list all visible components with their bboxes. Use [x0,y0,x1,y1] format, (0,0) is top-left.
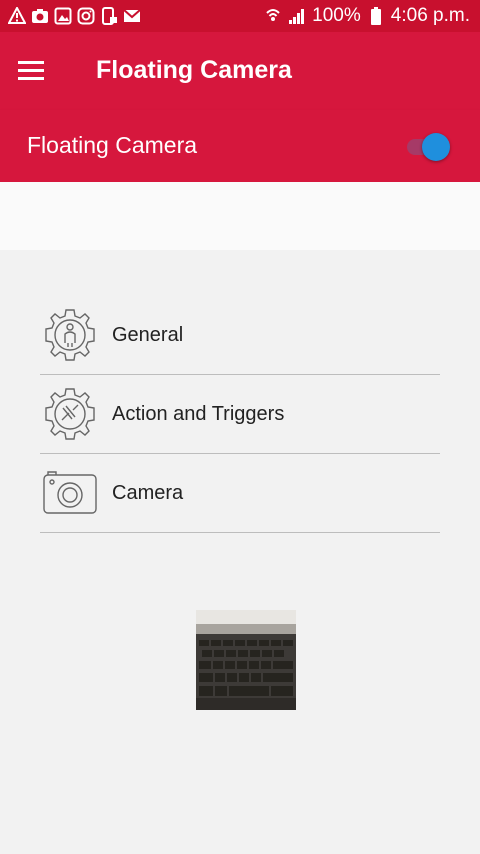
general-gear-icon [42,307,98,363]
battery-icon [367,7,385,25]
wifi-calling-icon [264,7,282,25]
action-gear-icon [42,386,98,442]
app-title: Floating Camera [96,56,292,84]
system-status: 100% 4:06 p.m. [264,5,480,27]
menu-item-label: Action and Triggers [112,402,285,425]
switch-thumb [422,133,450,161]
gallery-icon [54,7,72,25]
floating-camera-toggle-row: Floating Camera [0,110,480,182]
phone-lock-icon [100,7,118,25]
menu-item-camera[interactable]: Camera [40,454,440,533]
hamburger-menu-icon[interactable] [18,59,46,83]
menu-item-label: General [112,323,184,346]
notification-icons [0,7,141,25]
app-bar: Floating Camera [0,32,480,110]
menu-item-general[interactable]: General [40,296,440,375]
blank-strip [0,182,480,250]
warning-icon [8,7,26,25]
menu-item-action-and-triggers[interactable]: Action and Triggers [40,375,440,454]
toggle-label: Floating Camera [27,132,198,158]
floating-camera-preview[interactable] [196,610,296,710]
camera-icon [42,465,98,521]
mail-icon [123,7,141,25]
settings-menu: General Action and Triggers Camera [40,296,440,533]
signal-icon [288,7,306,25]
battery-percent: 100% [312,5,361,26]
instagram-icon [77,7,95,25]
floating-camera-switch[interactable] [405,132,453,161]
status-bar: 100% 4:06 p.m. [0,0,480,32]
menu-item-label: Camera [112,481,184,504]
clock: 4:06 p.m. [390,5,470,26]
camera-notification-icon [31,7,49,25]
